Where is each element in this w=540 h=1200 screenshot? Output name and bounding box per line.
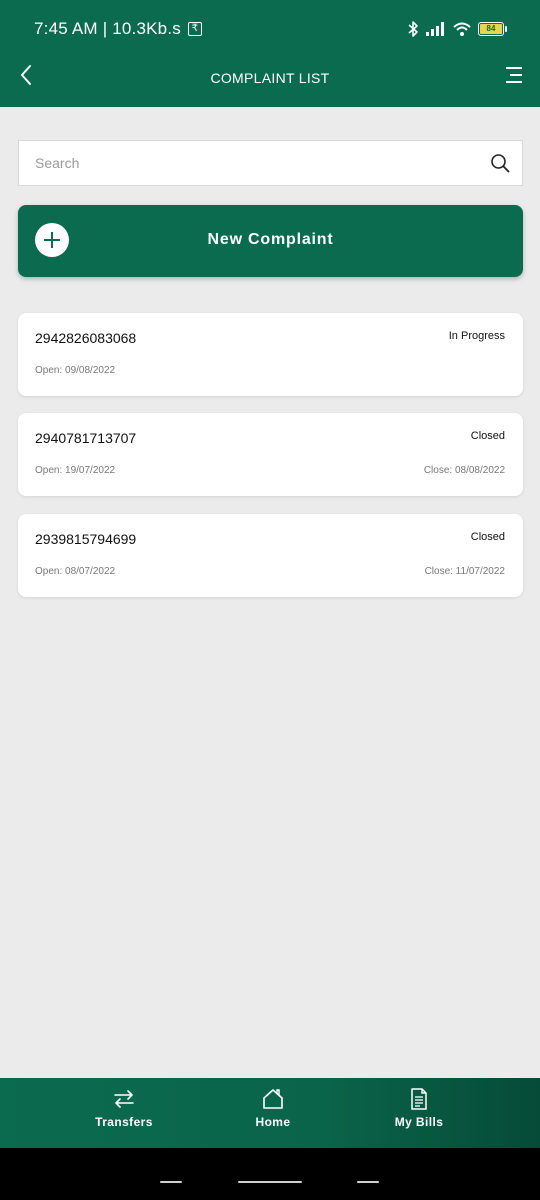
complaint-open-date: Open: 08/07/2022 <box>35 566 116 577</box>
menu-icon[interactable] <box>504 65 524 85</box>
tab-my-bills[interactable]: My Bills <box>359 1078 479 1148</box>
system-nav-bar <box>0 1148 540 1200</box>
complaint-status: Closed <box>470 531 505 543</box>
search-input[interactable] <box>19 141 479 185</box>
bill-icon <box>411 1088 427 1110</box>
tab-home-label: Home <box>255 1115 291 1129</box>
nav-bar: COMPLAINT LIST <box>0 50 540 107</box>
recents-icon[interactable] <box>160 1181 182 1183</box>
complaint-number: 2940781713707 <box>35 430 137 446</box>
home-gesture-bar[interactable] <box>238 1181 302 1183</box>
new-complaint-button[interactable]: New Complaint <box>18 205 523 277</box>
complaint-status: Closed <box>470 430 505 442</box>
complaint-card[interactable]: 2940781713707 Closed Open: 19/07/2022 Cl… <box>18 413 523 496</box>
status-right: 84 <box>407 19 507 39</box>
search-icon[interactable] <box>490 153 510 173</box>
home-icon <box>263 1089 283 1109</box>
page-title: COMPLAINT LIST <box>210 70 330 86</box>
complaint-card[interactable]: 2942826083068 In Progress Open: 09/08/20… <box>18 313 523 396</box>
complaint-number: 2939815794699 <box>35 531 137 547</box>
transfer-icon <box>114 1090 134 1108</box>
complaint-number: 2942826083068 <box>35 330 137 346</box>
wifi-icon <box>453 22 471 36</box>
status-left: 7:45 AM | 10.3Kb.s ₹ <box>34 19 202 39</box>
complaint-close-date: Close: 08/08/2022 <box>423 465 505 476</box>
complaint-open-date: Open: 09/08/2022 <box>35 365 116 376</box>
bottom-nav: Transfers Home My Bills <box>0 1078 540 1148</box>
rupee-icon: ₹ <box>187 22 202 36</box>
app-header: 7:45 AM | 10.3Kb.s ₹ 84 COMPLAINT LIST <box>0 0 540 107</box>
complaint-status: In Progress <box>448 330 505 342</box>
complaint-open-date: Open: 19/07/2022 <box>35 465 116 476</box>
battery-icon: 84 <box>478 22 507 36</box>
status-time: 7:45 AM | 10.3Kb.s <box>34 19 181 38</box>
search-box <box>18 140 523 186</box>
status-bar: 7:45 AM | 10.3Kb.s ₹ 84 <box>0 0 540 50</box>
tab-transfers[interactable]: Transfers <box>64 1078 184 1148</box>
back-gesture-icon[interactable] <box>357 1181 379 1183</box>
bluetooth-icon <box>408 21 418 37</box>
tab-my-bills-label: My Bills <box>394 1115 444 1129</box>
complaint-close-date: Close: 11/07/2022 <box>424 566 505 577</box>
battery-level: 84 <box>480 24 502 34</box>
tab-home[interactable]: Home <box>213 1078 333 1148</box>
new-complaint-label: New Complaint <box>207 231 334 248</box>
complaint-card[interactable]: 2939815794699 Closed Open: 08/07/2022 Cl… <box>18 514 523 597</box>
tab-transfers-label: Transfers <box>95 1115 153 1129</box>
signal-icon <box>426 22 444 36</box>
